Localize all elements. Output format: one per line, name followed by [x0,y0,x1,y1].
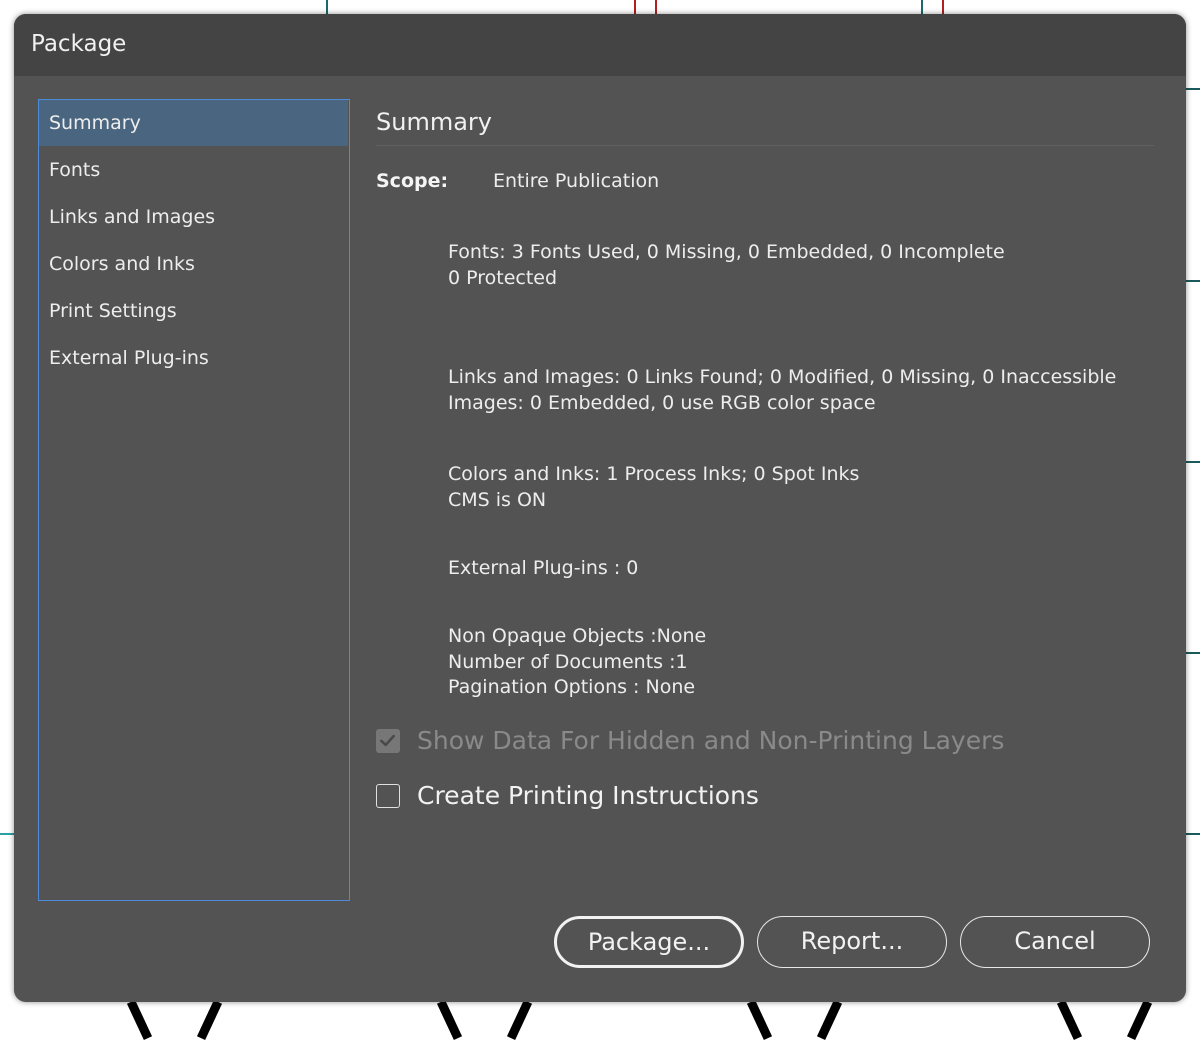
show-hidden-layers-label: Show Data For Hidden and Non-Printing La… [417,726,1005,755]
background-guide [1186,88,1200,90]
sidebar-item-print-settings[interactable]: Print Settings [39,288,348,334]
background-shape [436,999,463,1040]
background-guide [942,0,944,14]
package-dialog: Package Summary Fonts Links and Images C… [14,14,1186,1002]
checkmark-icon [380,734,395,747]
cancel-button[interactable]: Cancel [960,916,1150,968]
number-of-documents-line: Number of Documents :1 [448,650,688,673]
sidebar-item-colors-and-inks[interactable]: Colors and Inks [39,241,348,287]
sidebar-item-summary[interactable]: Summary [39,100,348,146]
section-list[interactable]: Summary Fonts Links and Images Colors an… [38,99,350,901]
show-hidden-layers-checkbox [376,729,400,753]
background-guide [1186,652,1200,654]
sidebar-item-fonts[interactable]: Fonts [39,147,348,193]
misc-summary: Non Opaque Objects :None Number of Docum… [448,624,706,701]
sidebar-item-links-and-images[interactable]: Links and Images [39,194,348,240]
heading-divider [376,145,1154,146]
colors-summary-line: CMS is ON [448,488,547,511]
section-heading: Summary [376,108,492,136]
background-shape [126,999,153,1040]
background-shape [1126,999,1153,1040]
create-printing-instructions-label[interactable]: Create Printing Instructions [417,781,759,810]
links-summary-line: Links and Images: 0 Links Found; 0 Modif… [448,366,1117,388]
fonts-summary: Fonts: 3 Fonts Used, 0 Missing, 0 Embedd… [448,240,1005,291]
background-guide [655,0,657,14]
scope-label: Scope: [376,170,449,192]
create-printing-instructions-checkbox[interactable] [376,784,400,808]
colors-summary-line: Colors and Inks: 1 Process Inks; 0 Spot … [448,463,860,485]
colors-summary: Colors and Inks: 1 Process Inks; 0 Spot … [448,462,859,513]
non-opaque-objects-line: Non Opaque Objects :None [448,625,707,647]
plugins-summary: External Plug-ins : 0 [448,556,638,582]
background-shape [196,999,223,1040]
background-shape [1056,999,1083,1040]
background-guide [1186,833,1200,835]
fonts-summary-line: 0 Protected [448,266,558,289]
package-button[interactable]: Package... [554,916,744,968]
background-shape [746,999,773,1040]
links-summary-line: Images: 0 Embedded, 0 use RGB color spac… [448,391,876,414]
background-shape [506,999,533,1040]
plugins-summary-line: External Plug-ins : 0 [448,557,639,579]
background-shape [816,999,843,1040]
report-button[interactable]: Report... [757,916,947,968]
background-guide [634,0,636,14]
dialog-titlebar[interactable]: Package [14,14,1186,76]
background-guide [1186,461,1200,463]
background-guide [326,0,328,14]
sidebar-item-external-plugins[interactable]: External Plug-ins [39,335,348,381]
background-guide [0,833,14,835]
pagination-options-line: Pagination Options : None [448,676,696,699]
background-guide [1186,280,1200,282]
background-guide [921,0,923,14]
fonts-summary-line: Fonts: 3 Fonts Used, 0 Missing, 0 Embedd… [448,241,1005,263]
dialog-title: Package [31,31,127,57]
links-summary: Links and Images: 0 Links Found; 0 Modif… [448,365,1116,416]
scope-value: Entire Publication [493,170,660,192]
